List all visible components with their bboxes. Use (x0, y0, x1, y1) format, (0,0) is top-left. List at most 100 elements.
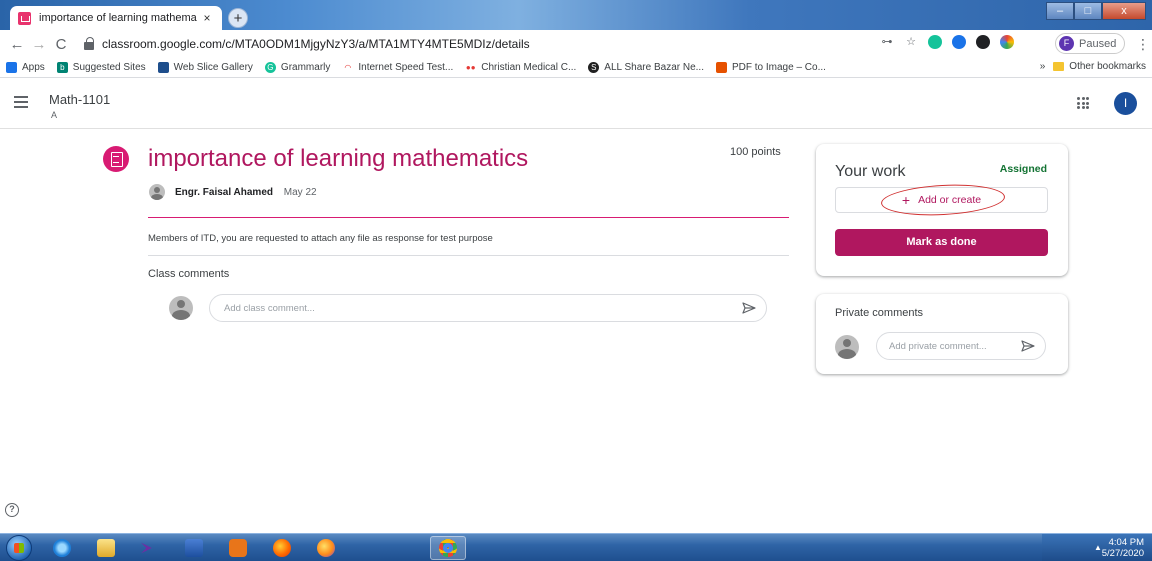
profile-button[interactable]: F Paused (1055, 33, 1126, 54)
bookmark-label: Apps (22, 62, 45, 73)
tray-expand-icon[interactable]: ▲ (1094, 543, 1102, 552)
grammarly-icon: G (264, 62, 276, 73)
main-menu-icon[interactable] (14, 96, 28, 111)
author-line: Engr. Faisal Ahamed May 22 (175, 187, 317, 198)
classroom-favicon-icon (18, 11, 31, 25)
profile-avatar: F (1059, 36, 1074, 51)
bookmark-label: Web Slice Gallery (173, 62, 253, 73)
assignment-points: 100 points (730, 146, 781, 158)
browser-menu-icon[interactable]: ⋮ (1136, 36, 1150, 53)
bookmark-speed-test[interactable]: ◠ Internet Speed Test... (342, 62, 453, 73)
firefox-developer-icon[interactable] (308, 536, 344, 560)
extension-dark-icon[interactable] (976, 35, 990, 49)
assignment-description: Members of ITD, you are requested to att… (148, 233, 493, 244)
class-comment-field[interactable] (209, 294, 767, 322)
file-explorer-icon[interactable] (88, 536, 124, 560)
close-window-button[interactable]: x (1102, 2, 1146, 20)
firefox-icon[interactable] (264, 536, 300, 560)
bing-icon: b (56, 62, 68, 73)
commenter-avatar (169, 296, 193, 320)
extension-blue-icon[interactable] (952, 35, 966, 49)
assignment-icon (103, 146, 129, 172)
bookmark-apps[interactable]: Apps (6, 62, 45, 73)
account-avatar[interactable]: I (1114, 92, 1137, 115)
bookmark-label: Internet Speed Test... (358, 62, 454, 73)
visual-studio-icon[interactable] (132, 536, 168, 560)
bookmark-label: ALL Share Bazar Ne... (604, 62, 704, 73)
url-field[interactable]: classroom.google.com/c/MTA0ODM1MjgyNzY3/… (80, 33, 860, 55)
add-or-create-button[interactable]: + Add or create (835, 187, 1048, 213)
key-icon[interactable]: ⊶ (880, 35, 894, 49)
folder-icon (1053, 62, 1065, 71)
bookmark-grammarly[interactable]: G Grammarly (264, 62, 330, 73)
web-slice-icon (157, 62, 169, 73)
new-tab-button[interactable]: + (228, 8, 248, 28)
class-comment-input[interactable] (224, 295, 704, 321)
tab-title: importance of learning mathema (39, 12, 197, 24)
clock-date: 5/27/2020 (1101, 548, 1144, 559)
minimize-button[interactable]: – (1046, 2, 1074, 20)
post-date: May 22 (283, 187, 317, 198)
private-comment-input[interactable] (889, 333, 1014, 359)
pdf-icon (715, 62, 727, 73)
author-avatar (149, 184, 165, 200)
tab-close-icon[interactable]: × (200, 11, 214, 25)
class-name[interactable]: Math-1101 (49, 92, 110, 107)
grammarly-extension-icon[interactable] (928, 35, 942, 49)
share-bazar-icon: S (588, 62, 600, 73)
taskbar-clock[interactable]: 4:04 PM 5/27/2020 (1102, 537, 1144, 559)
system-tray: ▲ 4:04 PM 5/27/2020 (1042, 534, 1152, 561)
send-icon[interactable] (742, 302, 756, 314)
private-comments-card: Private comments (816, 294, 1068, 374)
internet-explorer-icon[interactable] (44, 536, 80, 560)
classroom-header: Math-1101 A I (0, 79, 1152, 129)
maximize-button[interactable]: □ (1074, 2, 1102, 20)
your-work-card: Your work Assigned + Add or create Mark … (816, 144, 1068, 276)
word-icon[interactable] (176, 536, 212, 560)
private-commenter-avatar (835, 335, 859, 359)
google-apps-icon[interactable] (1077, 97, 1089, 109)
bookmarks-bar: Apps b Suggested Sites Web Slice Gallery… (0, 58, 1152, 78)
bookmark-christian-medical[interactable]: ●● Christian Medical C... (465, 62, 576, 73)
cmc-icon: ●● (465, 62, 477, 73)
extension-icons: ⊶ ☆ (880, 35, 1014, 49)
apps-grid-icon (6, 62, 17, 73)
bookmarks-overflow-icon[interactable]: » (1040, 61, 1046, 72)
other-bookmarks[interactable]: Other bookmarks (1069, 61, 1146, 72)
url-text: classroom.google.com/c/MTA0ODM1MjgyNzY3/… (102, 37, 530, 51)
mark-as-done-button[interactable]: Mark as done (835, 229, 1048, 256)
browser-tab-active[interactable]: importance of learning mathema × (10, 6, 222, 30)
reload-icon[interactable]: C (50, 36, 72, 53)
bookmark-web-slice-gallery[interactable]: Web Slice Gallery (157, 62, 253, 73)
plus-icon: + (901, 192, 911, 208)
class-section: A (51, 110, 58, 120)
bookmark-star-icon[interactable]: ☆ (904, 35, 918, 49)
class-comments-heading: Class comments (148, 268, 230, 280)
media-player-icon[interactable] (220, 536, 256, 560)
bookmarks-right: » Other bookmarks (1040, 61, 1146, 72)
bookmark-label: Suggested Sites (72, 62, 146, 73)
help-icon[interactable]: ? (5, 503, 19, 517)
back-arrow-icon[interactable]: ← (6, 36, 28, 53)
private-send-icon[interactable] (1021, 340, 1035, 352)
bookmark-suggested-sites[interactable]: b Suggested Sites (56, 62, 146, 73)
add-or-create-label: Add or create (918, 194, 982, 206)
lock-icon[interactable] (84, 36, 94, 50)
profile-status: Paused (1079, 37, 1117, 50)
clock-time: 4:04 PM (1108, 537, 1144, 548)
author-name: Engr. Faisal Ahamed (175, 187, 273, 198)
bookmark-share-bazar[interactable]: S ALL Share Bazar Ne... (588, 62, 704, 73)
private-comment-field[interactable] (876, 332, 1046, 360)
bookmark-label: PDF to Image – Co... (731, 62, 826, 73)
forward-arrow-icon[interactable]: → (28, 36, 50, 53)
windows-taskbar: ▲ 4:04 PM 5/27/2020 (0, 533, 1152, 561)
description-divider (148, 255, 789, 256)
extension-colorful-icon[interactable] (1000, 35, 1014, 49)
start-button[interactable] (6, 535, 32, 561)
status-badge: Assigned (999, 163, 1047, 175)
title-divider (148, 217, 789, 218)
bookmark-pdf-to-image[interactable]: PDF to Image – Co... (715, 62, 826, 73)
chrome-icon[interactable] (430, 536, 466, 560)
your-work-title: Your work (835, 163, 906, 180)
private-comments-title: Private comments (835, 307, 924, 319)
